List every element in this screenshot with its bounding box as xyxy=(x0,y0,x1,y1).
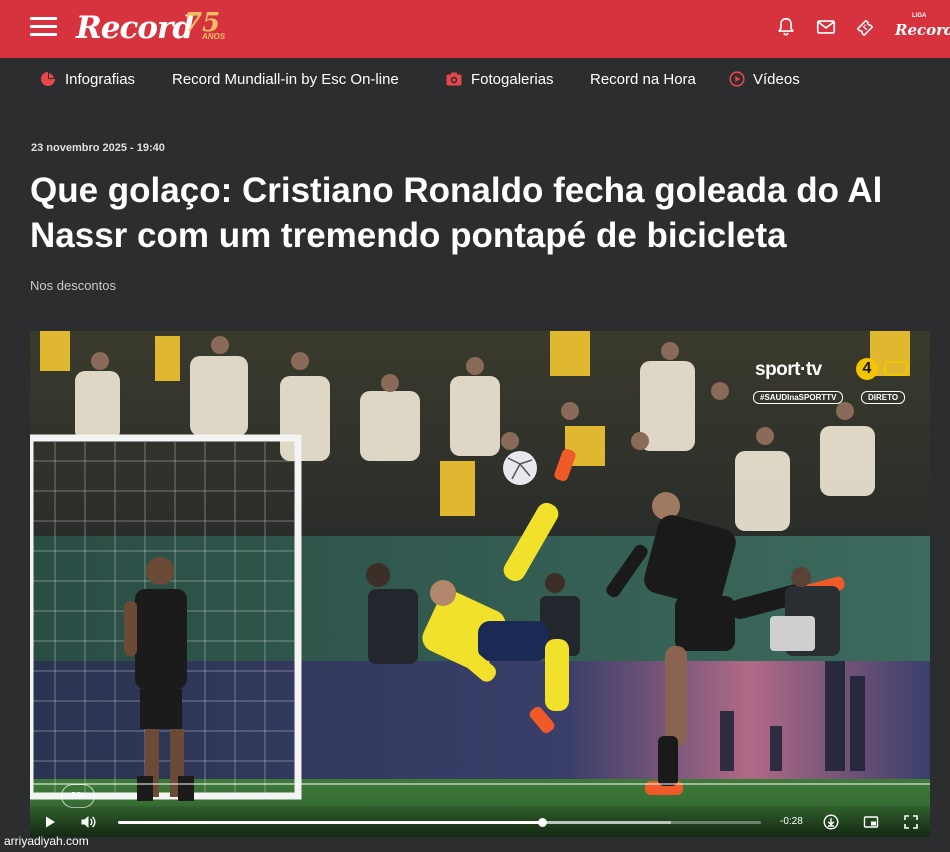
volume-icon[interactable] xyxy=(80,814,96,830)
logo-anos-label: ANOS xyxy=(202,32,226,41)
nav-label: Fotogalerias xyxy=(471,71,554,88)
download-icon[interactable] xyxy=(823,814,839,830)
nav-item-record-na-hora[interactable]: Record na Hora xyxy=(590,70,708,90)
nav-item-record-mundiall-in[interactable]: Record Mundiall-in by Esc On-line xyxy=(172,70,427,90)
article-date: 23 novembro 2025 - 19:40 xyxy=(31,142,165,154)
camera-icon xyxy=(446,72,462,86)
sporttv-overlay: sport·tv 4 #SAUDInaSPORTTV DIRETO xyxy=(753,357,918,407)
video-player[interactable]: sport·tv 4 #SAUDInaSPORTTV DIRETO RSL -0… xyxy=(30,331,930,837)
tv-icon xyxy=(884,361,908,376)
fullscreen-icon[interactable] xyxy=(903,814,919,830)
menu-icon[interactable] xyxy=(30,17,57,37)
menu-line xyxy=(30,25,57,28)
mail-icon[interactable] xyxy=(815,16,837,38)
play-icon[interactable] xyxy=(42,814,58,830)
video-controls: -0:28 xyxy=(30,806,930,837)
broadcaster-logo-text: sport·tv xyxy=(755,359,822,380)
nav-item-fotogalerias[interactable]: Fotogalerias xyxy=(446,70,568,90)
logo-text: Record xyxy=(76,10,194,46)
buffered-range xyxy=(542,821,671,824)
nav-item-infografias[interactable]: Infografias xyxy=(40,70,150,90)
pie-chart-icon xyxy=(41,72,55,86)
bell-icon[interactable] xyxy=(775,16,797,38)
played-range xyxy=(118,821,543,824)
progress-bar[interactable] xyxy=(118,818,761,827)
badge-liga-label: LIGA xyxy=(912,13,927,19)
top-bar: Record 75 ANOS LIGA Record xyxy=(0,0,950,58)
nav-item-videos[interactable]: Vídeos xyxy=(729,70,809,90)
badge-record-text: Record xyxy=(895,21,950,39)
time-remaining: -0:28 xyxy=(780,816,803,827)
menu-line xyxy=(30,33,57,36)
menu-line xyxy=(30,17,57,20)
nav-label: Record Mundiall-in by Esc On-line xyxy=(172,71,399,88)
main-nav: Infografias Record Mundiall-in by Esc On… xyxy=(0,58,950,102)
source-watermark: arriyadiyah.com xyxy=(4,834,89,848)
ticket-icon[interactable] xyxy=(854,16,876,38)
article-title: Que golaço: Cristiano Ronaldo fecha gole… xyxy=(30,171,883,255)
picture-in-picture-icon[interactable] xyxy=(863,814,879,830)
channel-number-badge: 4 xyxy=(856,358,878,380)
progress-handle[interactable] xyxy=(538,818,548,827)
liga-record-badge[interactable]: LIGA Record xyxy=(893,12,950,44)
nav-label: Vídeos xyxy=(753,71,800,88)
article-subtitle: Nos descontos xyxy=(30,278,116,293)
hashtag-badge: #SAUDInaSPORTTV xyxy=(753,391,844,404)
nav-label: Infografias xyxy=(65,71,136,88)
nav-label: Record na Hora xyxy=(590,71,696,88)
league-badge: RSL xyxy=(61,784,95,808)
live-badge: DIRETO xyxy=(861,391,906,404)
play-circle-icon xyxy=(729,71,745,87)
